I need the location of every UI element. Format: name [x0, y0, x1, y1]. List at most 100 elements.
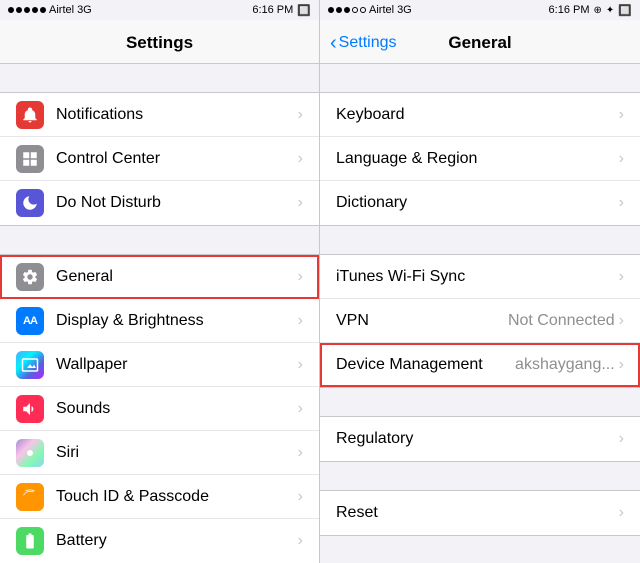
settings-item-general[interactable]: General ›: [0, 255, 319, 299]
left-status-right: 6:16 PM 🔲: [252, 4, 311, 17]
signal-dot-2: [16, 7, 22, 13]
sounds-icon-svg: [21, 400, 39, 418]
gap-1: [0, 226, 319, 254]
right-group-2: iTunes Wi-Fi Sync › VPN Not Connected › …: [320, 254, 640, 388]
settings-item-sounds[interactable]: Sounds ›: [0, 387, 319, 431]
right-top-gap: [320, 64, 640, 92]
notifications-icon: [16, 101, 44, 129]
right-nav-title: General: [448, 33, 511, 53]
left-signal: [8, 7, 46, 13]
settings-item-touch-id[interactable]: Touch ID & Passcode ›: [0, 475, 319, 519]
sounds-chevron: ›: [298, 400, 303, 418]
right-status-bar: Airtel 3G 6:16 PM ⊕ ✦ 🔲: [320, 0, 640, 20]
right-time: 6:16 PM: [549, 4, 590, 16]
general-label: General: [56, 268, 298, 286]
settings-item-notifications[interactable]: Notifications ›: [0, 93, 319, 137]
right-group-3: Regulatory ›: [320, 416, 640, 462]
notifications-chevron: ›: [298, 106, 303, 124]
left-network: 3G: [77, 4, 92, 16]
notifications-label: Notifications: [56, 106, 298, 124]
settings-item-display-brightness[interactable]: AA Display & Brightness ›: [0, 299, 319, 343]
right-carrier: Airtel: [369, 4, 394, 16]
left-settings-list: Notifications › Control Center › Do Not …: [0, 64, 319, 563]
settings-item-wallpaper[interactable]: Wallpaper ›: [0, 343, 319, 387]
language-region-chevron: ›: [619, 150, 624, 168]
itunes-wifi-sync-label: iTunes Wi-Fi Sync: [336, 268, 619, 286]
settings-item-language-region[interactable]: Language & Region ›: [320, 137, 640, 181]
settings-item-reset[interactable]: Reset ›: [320, 491, 640, 535]
language-region-label: Language & Region: [336, 150, 619, 168]
settings-item-dictionary[interactable]: Dictionary ›: [320, 181, 640, 225]
keyboard-label: Keyboard: [336, 106, 619, 124]
aa-text: AA: [23, 315, 37, 327]
display-brightness-label: Display & Brightness: [56, 312, 298, 330]
r-signal-dot-1: [328, 7, 334, 13]
wallpaper-chevron: ›: [298, 356, 303, 374]
signal-dot-1: [8, 7, 14, 13]
right-group-4: Reset ›: [320, 490, 640, 536]
control-center-chevron: ›: [298, 150, 303, 168]
siri-icon: [16, 439, 44, 467]
regulatory-chevron: ›: [619, 430, 624, 448]
signal-dot-4: [32, 7, 38, 13]
device-management-chevron: ›: [619, 356, 624, 374]
settings-item-itunes-wifi-sync[interactable]: iTunes Wi-Fi Sync ›: [320, 255, 640, 299]
left-nav-title: Settings: [126, 33, 193, 53]
left-status-bar: Airtel 3G 6:16 PM 🔲: [0, 0, 319, 20]
settings-item-keyboard[interactable]: Keyboard ›: [320, 93, 640, 137]
left-time: 6:16 PM: [252, 4, 293, 16]
right-location-icon: ⊕: [594, 5, 602, 16]
settings-item-regulatory[interactable]: Regulatory ›: [320, 417, 640, 461]
siri-label: Siri: [56, 444, 298, 462]
do-not-disturb-chevron: ›: [298, 194, 303, 212]
general-icon: [16, 263, 44, 291]
left-group-2: General › AA Display & Brightness › Wall…: [0, 254, 319, 563]
r-signal-dot-4: [352, 7, 358, 13]
settings-item-do-not-disturb[interactable]: Do Not Disturb ›: [0, 181, 319, 225]
wallpaper-icon-svg: [21, 356, 39, 374]
siri-icon-svg: [21, 444, 39, 462]
itunes-wifi-sync-chevron: ›: [619, 268, 624, 286]
gear-icon: [21, 268, 39, 286]
dictionary-chevron: ›: [619, 194, 624, 212]
left-carrier: Airtel: [49, 4, 74, 16]
wallpaper-label: Wallpaper: [56, 356, 298, 374]
right-bluetooth-icon: ✦: [606, 5, 614, 16]
device-management-label: Device Management: [336, 356, 515, 374]
left-status-left: Airtel 3G: [8, 4, 92, 16]
grid-icon: [21, 150, 39, 168]
touch-id-chevron: ›: [298, 488, 303, 506]
settings-item-vpn[interactable]: VPN Not Connected ›: [320, 299, 640, 343]
regulatory-label: Regulatory: [336, 430, 619, 448]
wallpaper-icon: [16, 351, 44, 379]
battery-icon-svg: [21, 532, 39, 550]
vpn-chevron: ›: [619, 312, 624, 330]
settings-item-device-management[interactable]: Device Management akshaygang... ›: [320, 343, 640, 387]
display-brightness-icon: AA: [16, 307, 44, 335]
settings-item-siri[interactable]: Siri ›: [0, 431, 319, 475]
right-nav-bar: ‹ Settings General: [320, 20, 640, 64]
r-signal-dot-2: [336, 7, 342, 13]
reset-label: Reset: [336, 504, 619, 522]
signal-dot-5: [40, 7, 46, 13]
sounds-icon: [16, 395, 44, 423]
back-arrow-icon: ‹: [330, 33, 337, 53]
general-chevron: ›: [298, 268, 303, 286]
battery-icon: [16, 527, 44, 555]
battery-label: Battery: [56, 532, 298, 550]
touch-id-label: Touch ID & Passcode: [56, 488, 298, 506]
right-status-right: 6:16 PM ⊕ ✦ 🔲: [549, 4, 632, 17]
battery-chevron: ›: [298, 532, 303, 550]
vpn-label: VPN: [336, 312, 508, 330]
touch-id-icon: [16, 483, 44, 511]
settings-item-battery[interactable]: Battery ›: [0, 519, 319, 563]
display-brightness-chevron: ›: [298, 312, 303, 330]
settings-item-control-center[interactable]: Control Center ›: [0, 137, 319, 181]
left-group-1: Notifications › Control Center › Do Not …: [0, 92, 319, 226]
right-status-left: Airtel 3G: [328, 4, 412, 16]
back-button[interactable]: ‹ Settings: [330, 33, 396, 53]
r-signal-dot-3: [344, 7, 350, 13]
left-panel: Airtel 3G 6:16 PM 🔲 Settings Notificatio…: [0, 0, 320, 563]
right-panel: Airtel 3G 6:16 PM ⊕ ✦ 🔲 ‹ Settings Gener…: [320, 0, 640, 563]
right-gap-2: [320, 388, 640, 416]
